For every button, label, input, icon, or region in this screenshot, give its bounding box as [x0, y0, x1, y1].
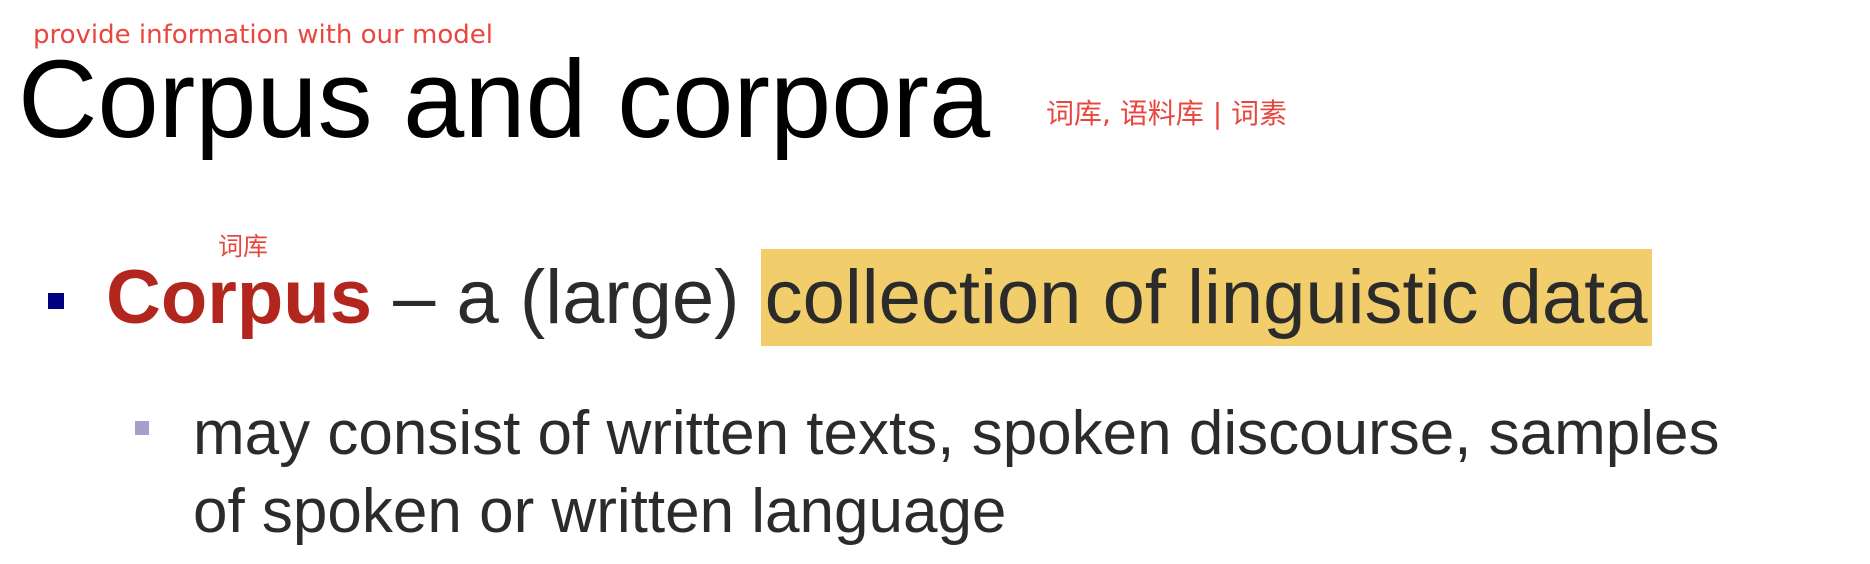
sub-bullet-line-2: of spoken or written language	[193, 477, 1007, 546]
highlighted-definition: collection of linguistic data	[760, 249, 1652, 346]
bullet-text: Corpus – a (large) collection of linguis…	[106, 249, 1652, 346]
sub-bullet-line-1: may consist of written texts, spoken dis…	[193, 399, 1720, 468]
sub-bullet-text: may consist of written texts, spoken dis…	[193, 395, 1720, 551]
slide-title: Corpus and corpora	[18, 38, 991, 161]
square-sub-bullet-icon	[135, 421, 149, 435]
square-bullet-icon	[48, 293, 64, 309]
defined-term: Corpus	[106, 255, 372, 340]
title-annotation: 词库, 语料库 | 词素	[1046, 97, 1288, 130]
definition-lead: – a (large)	[372, 255, 761, 340]
